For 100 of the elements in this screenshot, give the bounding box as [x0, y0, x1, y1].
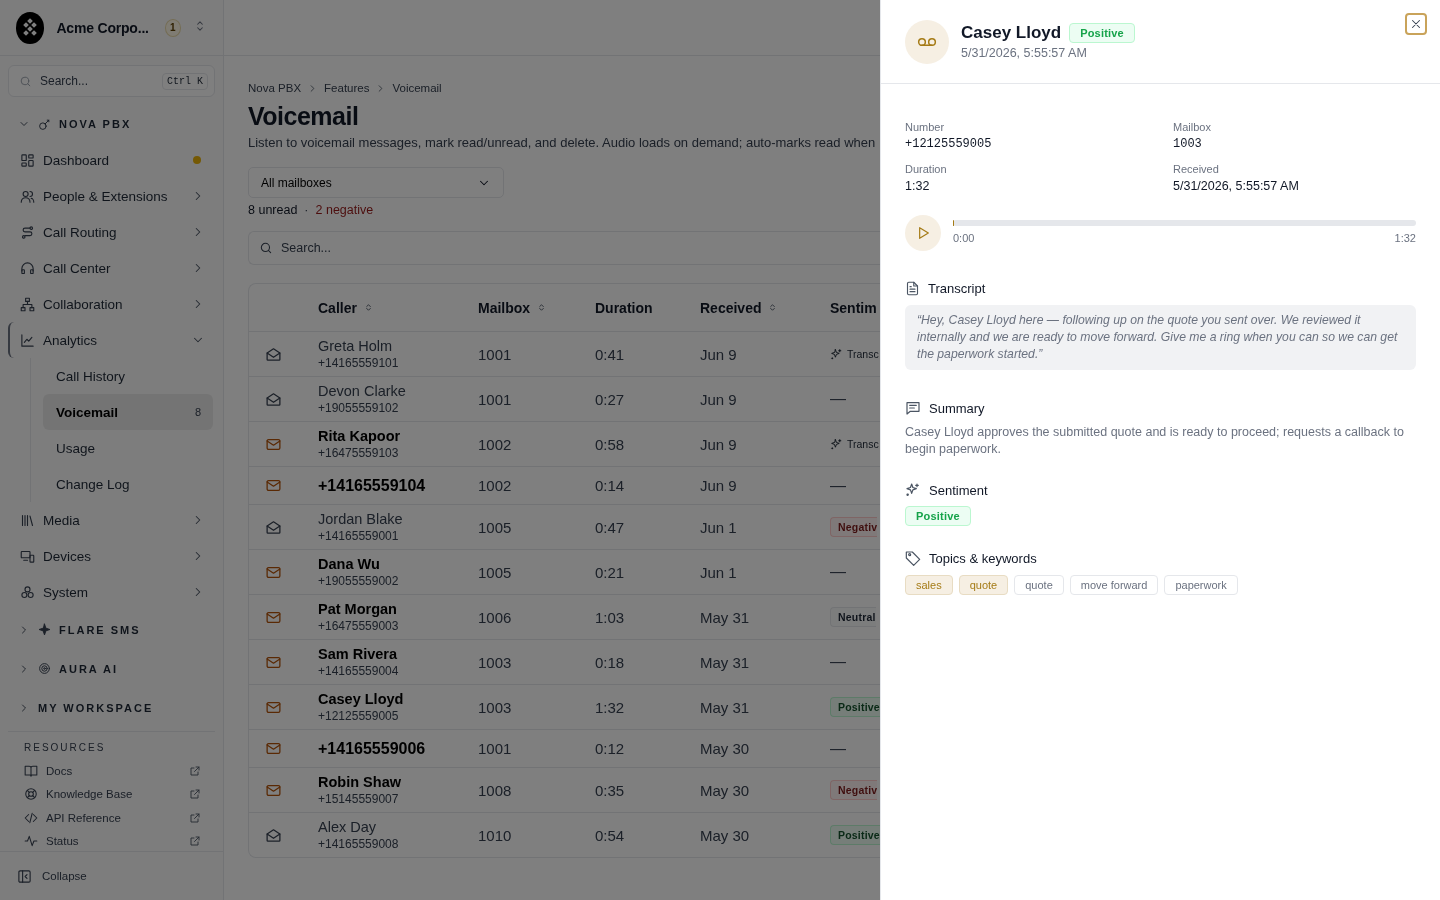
column-header[interactable]: Received — [700, 299, 779, 316]
keyword-tag: quote — [1014, 575, 1064, 595]
sentiment-badge: Positive — [1069, 23, 1135, 43]
dashboard-icon — [20, 152, 35, 168]
external-link-icon — [189, 764, 201, 777]
nav-item[interactable]: Media — [8, 502, 215, 538]
table-cell-text: 1003 — [478, 698, 513, 716]
table-cell-text: Jun 9 — [700, 390, 738, 408]
topic-tag: quote — [958, 575, 1009, 595]
section-header[interactable]: FLARE SMS — [0, 610, 223, 649]
page-description: Listen to voicemail messages, mark read/unread, and delete. Audio loads on demand; auto-marks read when — [248, 135, 877, 150]
nav-subitem[interactable]: Usage — [43, 430, 213, 466]
table-cell-text: 1:32 — [595, 698, 626, 716]
nav-item[interactable]: Call Center — [8, 250, 215, 286]
play-button[interactable] — [905, 215, 941, 251]
collapse-icon — [17, 868, 32, 884]
resource-link[interactable]: Docs — [8, 759, 215, 783]
section-label: AURA AI — [59, 662, 118, 675]
caller-number: +14165559008 — [318, 837, 400, 851]
summary-text: Casey Lloyd approves the submitted quote and is ready to proceed; requests a callback to begin paperwork. — [905, 424, 1405, 458]
notification-count: 1 — [164, 18, 181, 37]
nav-item[interactable]: System — [8, 574, 215, 610]
caller-number: +12125559005 — [318, 709, 400, 723]
caller-number: +14165559001 — [318, 529, 400, 543]
field-value: 1:32 — [905, 179, 931, 193]
resource-link[interactable]: Status — [8, 829, 215, 851]
external-link-icon — [189, 788, 201, 801]
external-link-icon — [189, 811, 201, 824]
audio-progress-track[interactable] — [953, 220, 1416, 226]
table-cell-text: 1010 — [478, 826, 513, 844]
table-cell-text: 1005 — [478, 518, 513, 536]
nav-item[interactable]: Collaboration — [8, 286, 215, 322]
column-header: Duration — [595, 299, 653, 316]
nav-item[interactable]: Call Routing — [8, 214, 215, 250]
breadcrumb-link[interactable]: Voicemail — [392, 82, 442, 94]
table-cell-text: Jun 9 — [700, 345, 738, 363]
page-title: Voicemail — [248, 102, 360, 131]
column-header: Sentim — [830, 299, 877, 316]
pulse-icon — [24, 834, 38, 849]
column-header[interactable]: Caller — [318, 299, 374, 316]
table-cell-text: Jun 1 — [700, 518, 738, 536]
section-header[interactable]: MY WORKSPACE — [0, 688, 223, 727]
organization-name[interactable]: Acme Corpo... — [56, 19, 149, 36]
caller-name: Devon Clarke — [318, 383, 407, 399]
route-icon — [20, 224, 35, 240]
nav-item[interactable]: Devices — [8, 538, 215, 574]
collapse-button[interactable]: Collapse — [0, 851, 223, 900]
field-label: Received — [1173, 163, 1220, 175]
caller-number: +16475559103 — [318, 446, 400, 460]
section-title: Summary — [929, 400, 985, 416]
nav-subitem[interactable]: Voicemail 8 — [43, 394, 213, 430]
breadcrumb-link[interactable]: Features — [324, 82, 370, 94]
nav-item[interactable]: Dashboard — [8, 142, 215, 178]
negative-count: 2 negative — [315, 203, 374, 217]
search-field[interactable]: Search... Ctrl K — [8, 65, 215, 97]
message-icon — [905, 400, 921, 416]
search-icon — [259, 241, 273, 255]
caller-name: Casey Lloyd — [318, 691, 405, 707]
table-cell-text: 0:18 — [595, 653, 626, 671]
caller-name: Casey Lloyd — [961, 23, 1062, 43]
search-icon — [19, 74, 32, 88]
search-field[interactable]: Search... — [248, 231, 880, 265]
caller-name: Alex Day — [318, 819, 378, 835]
section-header[interactable]: NOVA PBX — [0, 106, 223, 142]
status-text: Transc — [847, 438, 879, 450]
table-cell-text: May 31 — [700, 608, 751, 626]
section-header[interactable]: AURA AI — [0, 649, 223, 688]
resource-link[interactable]: API Reference — [8, 806, 215, 830]
column-header[interactable]: Mailbox — [478, 299, 548, 316]
caller-number: +19055559002 — [318, 574, 400, 588]
caller-name: Pat Morgan — [318, 601, 398, 617]
empty-value: — — [830, 390, 846, 408]
sparkle-icon — [905, 482, 921, 498]
table-cell-text: 1006 — [478, 608, 513, 626]
topic-tag: sales — [905, 575, 953, 595]
close-button[interactable] — [1405, 13, 1427, 35]
sentiment-badge: Positive — [830, 697, 880, 717]
logo — [16, 11, 45, 44]
sentiment-badge: Neutral — [830, 607, 876, 627]
book-icon — [24, 763, 38, 778]
caller-name: Rita Kapoor — [318, 428, 402, 444]
headset-icon — [20, 260, 35, 276]
unread-count: 8 unread — [248, 203, 298, 217]
caller-number: +14165559004 — [318, 664, 400, 678]
breadcrumb-link[interactable]: Nova PBX — [248, 82, 302, 94]
table-cell-text: 1001 — [478, 740, 513, 757]
table-cell-text: 0:21 — [595, 563, 626, 581]
resource-link[interactable]: Knowledge Base — [8, 782, 215, 806]
table-cell-text: 0:41 — [595, 345, 626, 363]
caller-name: +14165559104 — [318, 476, 427, 495]
table-cell-text: 1001 — [478, 345, 513, 363]
nav-item[interactable]: Analytics — [8, 322, 215, 358]
satellite-dish-icon — [38, 117, 51, 131]
nav-subitem[interactable]: Call History — [43, 358, 213, 394]
field-value: 1003 — [1173, 137, 1203, 151]
table-cell-text: 0:14 — [595, 477, 626, 494]
mailbox-select[interactable]: All mailboxes — [248, 167, 504, 198]
nav-subitem[interactable]: Change Log — [43, 466, 213, 502]
nav-item[interactable]: People & Extensions — [8, 178, 215, 214]
empty-value: — — [830, 563, 846, 581]
